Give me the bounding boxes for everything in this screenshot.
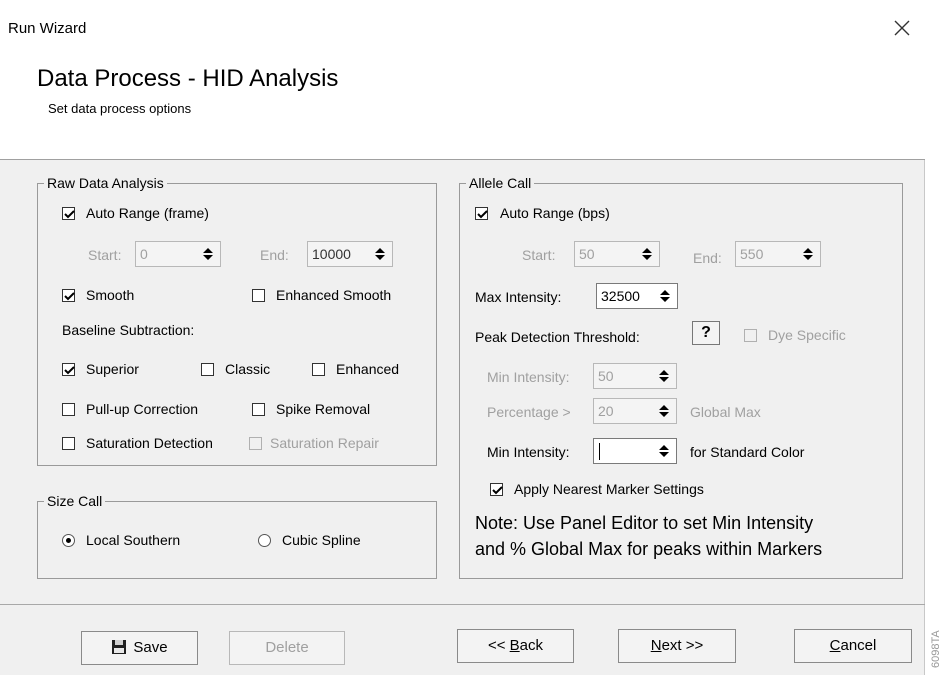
cancel-mnemonic: C xyxy=(829,637,841,654)
saturation-repair-checkbox[interactable] xyxy=(249,437,262,450)
enhanced-checkbox[interactable] xyxy=(312,363,325,376)
apply-nearest-marker-checkbox[interactable] xyxy=(490,483,503,496)
delete-button[interactable]: Delete xyxy=(229,631,345,665)
standard-color-label: for Standard Color xyxy=(690,444,805,460)
footer-divider xyxy=(0,604,925,605)
auto-range-frame-checkbox[interactable] xyxy=(62,207,75,220)
percentage-spinner[interactable]: 20 xyxy=(593,398,677,424)
next-button[interactable]: Next >> xyxy=(618,629,736,663)
peak-detection-help-button[interactable]: ? xyxy=(692,321,720,345)
start-frame-label: Start: xyxy=(88,247,122,263)
max-intensity-value: 32500 xyxy=(601,288,640,304)
spinner-arrows-icon xyxy=(660,290,670,302)
saturation-repair-label: Saturation Repair xyxy=(270,435,379,451)
smooth-checkbox[interactable] xyxy=(62,289,75,302)
raw-data-analysis-legend: Raw Data Analysis xyxy=(44,175,167,191)
pullup-correction-checkbox[interactable] xyxy=(62,403,75,416)
end-bps-value: 550 xyxy=(740,246,764,262)
next-rest: ext >> xyxy=(661,637,704,654)
next-mnemonic: N xyxy=(650,637,662,654)
delete-label: Delete xyxy=(265,639,309,656)
percentage-label: Percentage > xyxy=(487,404,571,420)
min-intensity-standard-spinner[interactable] xyxy=(593,438,677,464)
classic-label: Classic xyxy=(225,361,271,377)
end-frame-spinner[interactable]: 10000 xyxy=(307,241,393,267)
end-bps-label: End: xyxy=(693,250,722,266)
spinner-arrows-icon xyxy=(375,248,385,260)
back-button[interactable]: << Back xyxy=(457,629,574,663)
spinner-arrows-icon xyxy=(203,248,213,260)
auto-range-bps-label: Auto Range (bps) xyxy=(500,205,610,221)
back-prefix: << xyxy=(487,637,510,654)
smooth-label: Smooth xyxy=(86,287,135,303)
window-title: Run Wizard xyxy=(8,20,87,37)
text-cursor xyxy=(599,443,600,460)
back-rest: ack xyxy=(519,637,544,654)
dye-specific-label: Dye Specific xyxy=(768,327,846,343)
saturation-detection-label: Saturation Detection xyxy=(86,435,213,451)
back-mnemonic: B xyxy=(509,637,520,654)
saturation-detection-checkbox[interactable] xyxy=(62,437,75,450)
close-icon[interactable] xyxy=(888,14,916,42)
enhanced-smooth-label: Enhanced Smooth xyxy=(276,287,392,303)
global-max-label: Global Max xyxy=(690,404,761,420)
start-bps-label: Start: xyxy=(522,247,556,263)
start-bps-value: 50 xyxy=(579,246,595,262)
max-intensity-spinner[interactable]: 32500 xyxy=(596,283,678,309)
end-bps-spinner[interactable]: 550 xyxy=(735,241,821,267)
percentage-value: 20 xyxy=(598,403,614,419)
min-intensity-disabled-label: Min Intensity: xyxy=(487,369,570,385)
spike-removal-checkbox[interactable] xyxy=(252,403,265,416)
classic-checkbox[interactable] xyxy=(201,363,214,376)
auto-range-bps-checkbox[interactable] xyxy=(475,207,488,220)
spinner-arrows-icon xyxy=(642,248,652,260)
cancel-rest: ancel xyxy=(840,637,877,654)
local-southern-radio[interactable] xyxy=(62,534,75,547)
note-line-1: Note: Use Panel Editor to set Min Intens… xyxy=(475,513,814,533)
superior-checkbox[interactable] xyxy=(62,363,75,376)
pullup-correction-label: Pull-up Correction xyxy=(86,401,199,417)
end-frame-label: End: xyxy=(260,247,289,263)
floppy-disk-icon xyxy=(112,640,127,654)
start-frame-value: 0 xyxy=(140,246,148,262)
auto-range-frame-label: Auto Range (frame) xyxy=(86,205,209,221)
note-line-2: and % Global Max for peaks within Marker… xyxy=(475,539,823,559)
size-call-legend: Size Call xyxy=(44,493,106,509)
min-intensity-disabled-value: 50 xyxy=(598,368,614,384)
dye-specific-checkbox[interactable] xyxy=(744,329,757,342)
spinner-arrows-icon xyxy=(659,405,669,417)
apply-nearest-marker-label: Apply Nearest Marker Settings xyxy=(514,481,704,497)
min-intensity-disabled-spinner[interactable]: 50 xyxy=(593,363,677,389)
min-intensity-standard-label: Min Intensity: xyxy=(487,444,570,460)
baseline-subtraction-label: Baseline Subtraction: xyxy=(62,322,195,338)
figure-code: 6098TA xyxy=(930,630,942,668)
wizard-header: Run Wizard Data Process - HID Analysis S… xyxy=(0,0,925,160)
superior-label: Superior xyxy=(86,361,139,377)
cubic-spline-radio[interactable] xyxy=(258,534,271,547)
spinner-arrows-icon xyxy=(803,248,813,260)
page-subtitle: Set data process options xyxy=(48,101,192,116)
spinner-arrows-icon xyxy=(659,370,669,382)
run-wizard-window: Run Wizard Data Process - HID Analysis S… xyxy=(0,0,925,675)
page-title: Data Process - HID Analysis xyxy=(37,65,339,92)
enhanced-label: Enhanced xyxy=(336,361,400,377)
start-bps-spinner[interactable]: 50 xyxy=(574,241,660,267)
start-frame-spinner[interactable]: 0 xyxy=(135,241,221,267)
spike-removal-label: Spike Removal xyxy=(276,401,371,417)
save-label: Save xyxy=(133,639,168,656)
end-frame-value: 10000 xyxy=(312,246,351,262)
peak-detection-label: Peak Detection Threshold: xyxy=(475,329,640,345)
cubic-spline-label: Cubic Spline xyxy=(282,532,361,548)
save-button[interactable]: Save xyxy=(81,631,198,665)
max-intensity-label: Max Intensity: xyxy=(475,289,562,305)
cancel-button[interactable]: Cancel xyxy=(794,629,912,663)
spinner-arrows-icon xyxy=(659,445,669,457)
allele-call-legend: Allele Call xyxy=(466,175,535,191)
local-southern-label: Local Southern xyxy=(86,532,181,548)
enhanced-smooth-checkbox[interactable] xyxy=(252,289,265,302)
